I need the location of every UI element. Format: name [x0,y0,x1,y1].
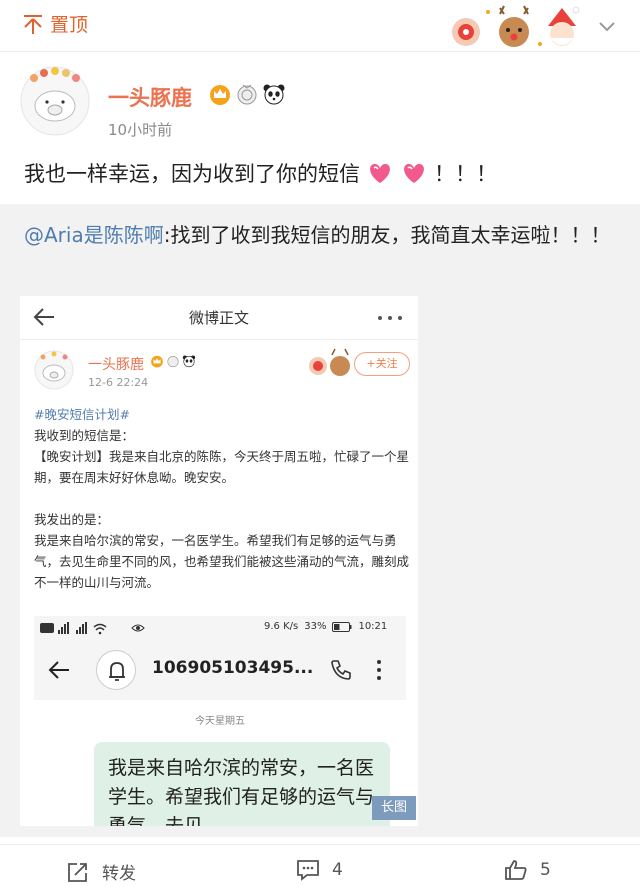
author-name[interactable]: 一头豚鹿 [108,82,192,112]
comment-icon [297,860,319,881]
embedded-author: 一头豚鹿 [88,357,144,373]
embedded-screenshot[interactable]: 微博正文 一头豚鹿 12-6 22:24 +关注 #晚安短信计划# 我收到的短信… [20,296,418,826]
body-line: 我收到的短信是： [34,428,135,443]
user-badges [208,82,286,106]
back-arrow-icon [48,661,69,679]
phone-clock: 10:21 [358,621,388,632]
post-time: 10小时前 [108,121,173,139]
pin-label: 置顶 [50,14,89,36]
repost-card[interactable]: @Aria是陈陈啊:找到了收到我短信的朋友，我简直太幸运啦！！！ 微博正文 一头… [0,204,640,837]
like-count: 5 [540,860,551,880]
repost-text: @Aria是陈陈啊:找到了收到我短信的朋友，我简直太幸运啦！！！ [24,218,624,252]
repost-icon [68,862,87,882]
post-text-tail: ！！！ [434,162,497,186]
sms-screenshot: 9.6 K/s 33% 10:21 106905103495... 今天星期五 … [34,616,406,826]
medal-badge-icon [167,356,179,368]
medal-badge-icon[interactable] [235,82,259,106]
network-speed: 9.6 K/s [264,621,299,632]
follow-button: +关注 [354,352,410,376]
repost-body: :找到了收到我短信的朋友，我简直太幸运啦！！！ [163,223,611,247]
message-day: 今天星期五 [195,716,245,727]
sender-number: 106905103495... [152,658,314,678]
post-text: 我也一样幸运，因为收到了你的短信 [24,162,360,186]
body-gap [34,488,412,509]
body-line: 【晚安计划】我是来自北京的陈陈，今天终于周五啦，忙碌了一个星期，要在周末好好休息… [34,449,410,485]
embedded-page-title: 微博正文 [188,309,249,327]
panda-badge-icon [182,355,196,368]
avatar[interactable] [20,66,90,136]
chevron-down-icon[interactable] [595,14,619,38]
repost-button[interactable]: 转发 [66,859,136,884]
body-line: 我是来自哈尔滨的常安，一名医学生。希望我们有足够的运气与勇气，去见生命里不同的风… [34,533,410,590]
comment-count: 4 [332,860,343,880]
mention-link[interactable]: @Aria是陈陈啊 [24,223,164,247]
signal-strength-icon [40,622,145,635]
panda-badge-icon[interactable] [262,82,286,106]
holiday-decoration-icon [452,5,580,47]
sms-bubble: 我是来自哈尔滨的常安，一名医学生。希望我们有足够的运气与勇气，去见 [94,742,390,826]
more-dots-icon [378,316,402,320]
heart-emoji-icon [370,163,390,183]
top-bar: 置顶 [0,0,640,52]
like-button[interactable]: 5 [504,859,551,881]
more-vertical-icon [377,660,381,680]
holiday-decoration-icon [309,348,350,376]
embedded-header: 微博正文 [20,296,418,340]
repost-label: 转发 [102,864,136,884]
comment-button[interactable]: 4 [296,859,343,881]
embedded-body: #晚安短信计划# 我收到的短信是： 【晚安计划】我是来自北京的陈陈，今天终于周五… [34,404,412,593]
pin-indicator: 置顶 [22,10,88,37]
hashtag-link: #晚安短信计划# [34,407,130,422]
phone-status-right: 9.6 K/s 33% 10:21 [264,621,387,632]
bell-icon [96,650,136,690]
post-content: 我也一样幸运，因为收到了你的短信 ！！！ [24,158,497,188]
phone-call-icon [331,660,351,680]
embedded-avatar [34,350,74,390]
action-bar: 转发 4 5 [0,844,640,887]
long-image-tag: 长图 [372,796,416,820]
pin-top-icon [24,14,42,34]
phone-status-bar: 9.6 K/s 33% 10:21 [34,616,406,640]
heart-emoji-icon [404,163,424,183]
battery-icon [332,621,352,632]
body-line: 我发出的是： [34,512,110,527]
embedded-time: 12-6 22:24 [88,376,149,389]
sms-header: 106905103495... [34,640,406,700]
embedded-badges [150,354,196,368]
crown-vip-icon[interactable] [208,82,232,106]
battery-level: 33% [304,621,327,632]
thumbs-up-icon [505,860,527,880]
crown-vip-icon [151,355,163,368]
